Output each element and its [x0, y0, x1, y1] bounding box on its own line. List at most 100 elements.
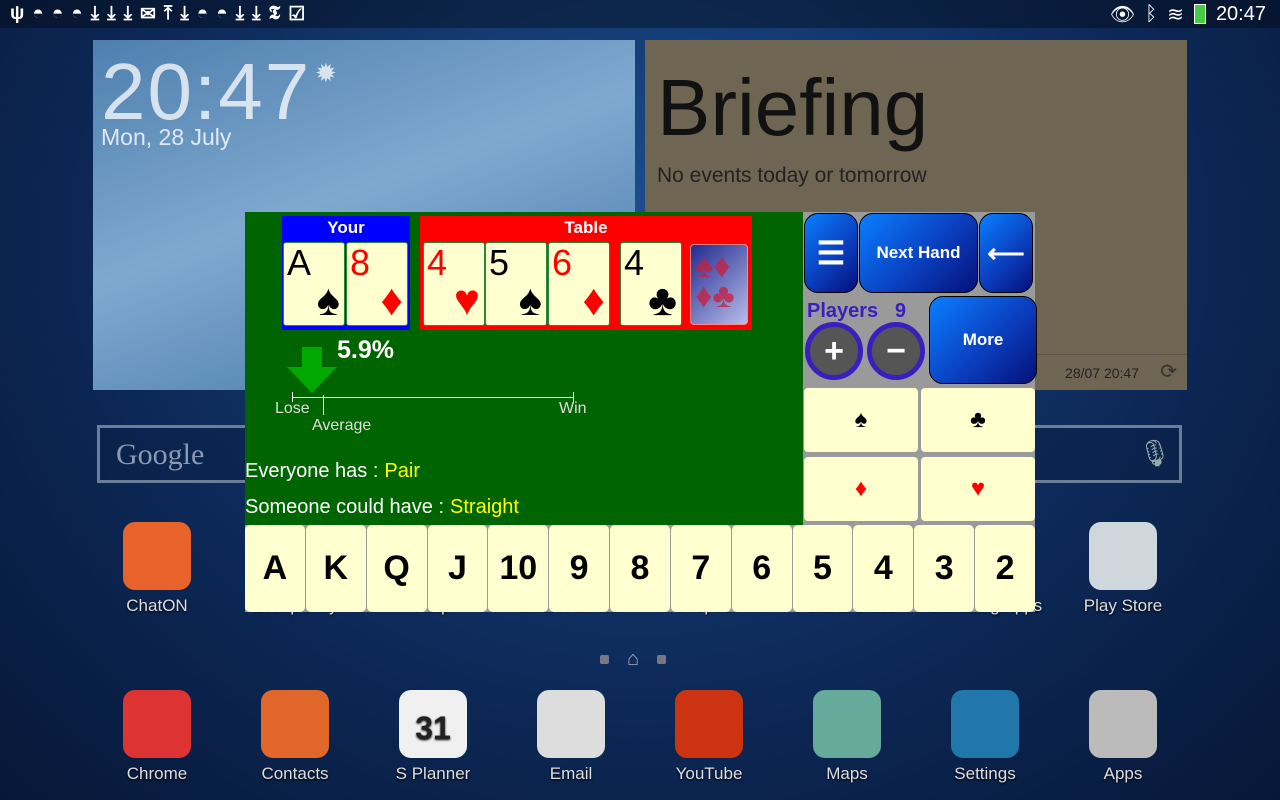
- playing-card[interactable]: A ♠: [283, 242, 345, 326]
- your-header: Your: [282, 216, 410, 240]
- playing-card[interactable]: 4 ♣: [620, 242, 682, 326]
- playing-card[interactable]: 6 ♦: [548, 242, 610, 326]
- rank-key-10[interactable]: 10: [488, 525, 549, 612]
- app-icon: [123, 522, 191, 590]
- app-play-store[interactable]: Play Store: [1063, 522, 1183, 616]
- playing-card[interactable]: 5 ♠: [485, 242, 547, 326]
- table-header: Table: [420, 216, 752, 240]
- everyone-label: Everyone has :: [245, 460, 379, 482]
- app-label: S Planner: [395, 764, 471, 783]
- more-button[interactable]: More: [929, 296, 1037, 384]
- dock-maps[interactable]: Maps: [787, 690, 907, 784]
- briefing-updated: 28/07 20:47: [1065, 365, 1139, 381]
- suit-button[interactable]: ♣: [921, 388, 1035, 452]
- someone-value: Straight: [450, 496, 519, 518]
- rank-key-8[interactable]: 8: [610, 525, 670, 612]
- add-player-button[interactable]: +: [805, 322, 863, 380]
- average-label: Average: [312, 417, 372, 434]
- rank-key-K[interactable]: K: [305, 525, 366, 612]
- app-label: ChatON: [126, 596, 188, 615]
- app-icon: [675, 690, 743, 758]
- players-display: Players 9: [807, 300, 906, 323]
- card-suit: ♦: [582, 276, 605, 325]
- suit-button[interactable]: ♠: [804, 388, 918, 452]
- suit-button[interactable]: ♦: [804, 457, 918, 521]
- card-suit: ♠: [518, 276, 542, 325]
- status-time: 20:47: [1215, 2, 1266, 25]
- briefing-subtitle: No events today or tomorrow: [657, 164, 927, 187]
- dock-chrome[interactable]: Chrome: [97, 690, 217, 784]
- nytimes-icon: 𝕿: [268, 2, 281, 24]
- card-suit: ♠: [316, 276, 340, 325]
- lose-label: Lose: [275, 400, 310, 417]
- win-percentage: 5.9%: [337, 336, 394, 364]
- home-icon[interactable]: ⌂: [627, 648, 639, 671]
- bluetooth-icon: ᛒ: [1145, 2, 1158, 25]
- rank-key-2[interactable]: 2: [975, 525, 1035, 612]
- next-hand-button[interactable]: Next Hand: [859, 213, 978, 293]
- back-button[interactable]: ⟵: [979, 213, 1033, 293]
- rank-key-4[interactable]: 4: [853, 525, 914, 612]
- remove-player-button[interactable]: −: [867, 322, 925, 380]
- playing-card[interactable]: 8 ♦: [346, 242, 408, 326]
- dock-email[interactable]: Email: [511, 690, 631, 784]
- page-dot[interactable]: [600, 655, 609, 664]
- rank-key-6[interactable]: 6: [731, 525, 792, 612]
- poker-table: Your Table A ♠ 8 ♦ 4 ♥ 5 ♠ 6 ♦ 4 ♣ ♠♦ ♦♣ 5.9% Lose W…: [245, 212, 803, 525]
- app-label: Contacts: [261, 764, 329, 783]
- hamburger-icon: ☰: [816, 235, 846, 271]
- app-chaton[interactable]: ChatON: [97, 522, 217, 616]
- players-count: 9: [894, 300, 906, 322]
- clock-date: Mon, 28 July: [101, 124, 232, 150]
- app-icon: [123, 690, 191, 758]
- rank-key-A[interactable]: A: [245, 525, 305, 612]
- dock-youtube[interactable]: YouTube: [649, 690, 769, 784]
- rank-key-7[interactable]: 7: [670, 525, 731, 612]
- weather-settings-icon[interactable]: ✹: [315, 58, 337, 89]
- dock-s-planner[interactable]: 31 S Planner: [373, 690, 493, 784]
- card-suit: ♣: [648, 276, 677, 325]
- download-icon: ⤓: [107, 2, 116, 24]
- refresh-icon[interactable]: ⟳: [1160, 359, 1177, 384]
- page-dot[interactable]: [657, 655, 667, 664]
- someone-could-have: Someone could have : Straight: [245, 496, 519, 519]
- rank-key-3[interactable]: 3: [914, 525, 975, 612]
- app-label: YouTube: [675, 764, 743, 783]
- briefing-title: Briefing: [657, 63, 929, 152]
- everyone-value: Pair: [384, 460, 420, 482]
- rank-key-5[interactable]: 5: [792, 525, 853, 612]
- app-label: Chrome: [126, 764, 188, 783]
- app-label: Settings: [954, 764, 1016, 783]
- status-bar: ψ ◓ ◓ ◓ ⤓ ⤓ ⤓ ✉ ⤒ ⤓ ◓ ◓ ⤓ ⤓ 𝕿 ☑ 👁 ᛒ ≋ 20:47: [0, 0, 1280, 28]
- poker-odds-overlay: Your Table A ♠ 8 ♦ 4 ♥ 5 ♠ 6 ♦ 4 ♣ ♠♦ ♦♣ 5.9% Lose W…: [245, 212, 1037, 612]
- download-icon: ⤓: [252, 2, 261, 24]
- rank-key-9[interactable]: 9: [549, 525, 610, 612]
- notification-icons[interactable]: ψ ◓ ◓ ◓ ⤓ ⤓ ⤓ ✉ ⤒ ⤓ ◓ ◓ ⤓ ⤓ 𝕿 ☑: [10, 3, 305, 26]
- everyone-has: Everyone has : Pair: [245, 460, 420, 483]
- playing-card[interactable]: 4 ♥: [423, 242, 485, 326]
- dock-apps[interactable]: Apps: [1063, 690, 1183, 784]
- google-logo: Google: [116, 438, 205, 471]
- dock-settings[interactable]: Settings: [925, 690, 1045, 784]
- upload-icon: ⤒: [163, 2, 173, 24]
- eye-icon: 👁: [1109, 3, 1136, 26]
- app-icon: [1089, 522, 1157, 590]
- microphone-icon[interactable]: 🎙: [1138, 438, 1171, 469]
- bag-icon: ◓: [32, 2, 44, 24]
- card-rank: A: [287, 242, 312, 283]
- players-label: Players: [807, 300, 879, 322]
- app-label: Apps: [1103, 764, 1143, 783]
- download-icon: ⤓: [235, 2, 245, 24]
- checkbag-icon: ☑: [288, 3, 306, 25]
- rank-key-J[interactable]: J: [427, 525, 488, 612]
- rank-key-Q[interactable]: Q: [366, 525, 427, 612]
- menu-button[interactable]: ☰: [804, 213, 858, 293]
- average-tick: [323, 395, 324, 415]
- dock-contacts[interactable]: Contacts: [235, 690, 355, 784]
- download-icon: ⤓: [90, 2, 100, 24]
- download-icon: ⤓: [180, 2, 189, 24]
- deck-back-card[interactable]: ♠♦ ♦♣: [690, 244, 748, 325]
- gmail-icon: ✉: [140, 3, 156, 25]
- suit-button[interactable]: ♥: [921, 457, 1035, 521]
- usb-icon: ψ: [10, 2, 25, 24]
